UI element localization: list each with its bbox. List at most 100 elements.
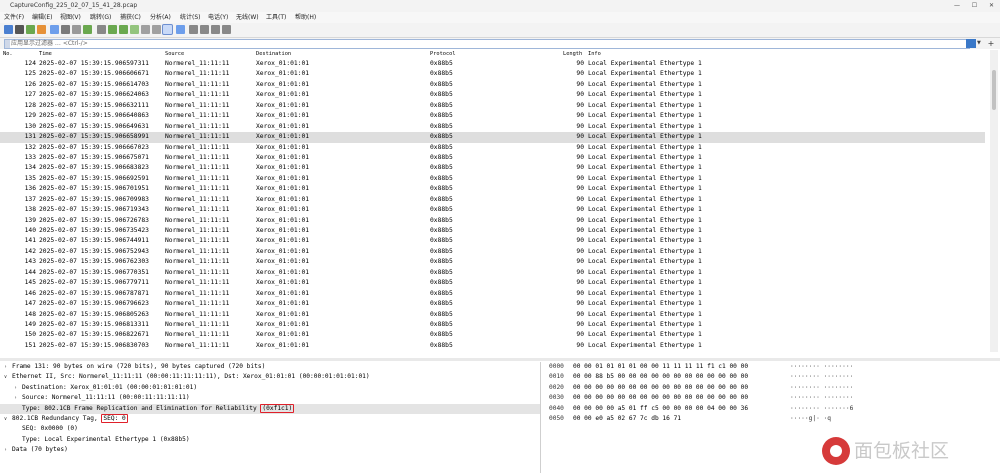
tree-item[interactable]: ∨ 802.1CB Redundancy Tag, SEQ: 0 bbox=[0, 413, 540, 424]
chevron-right-icon[interactable]: › bbox=[14, 383, 17, 393]
table-row[interactable]: 139 2025-02-07 15:39:15.906726783 Normerel… bbox=[0, 216, 985, 226]
table-row[interactable]: 136 2025-02-07 15:39:15.906701951 Normerel… bbox=[0, 184, 985, 194]
table-row[interactable]: 151 2025-02-07 15:39:15.906830703 Normerel… bbox=[0, 341, 985, 351]
table-row[interactable]: 138 2025-02-07 15:39:15.906719343 Normerel… bbox=[0, 205, 985, 215]
close-icon[interactable]: ✕ bbox=[989, 0, 994, 12]
normal-size-icon[interactable] bbox=[211, 25, 220, 34]
maximize-icon[interactable]: ☐ bbox=[972, 0, 977, 12]
column-header-time[interactable]: Time bbox=[39, 50, 52, 59]
table-row[interactable]: 127 2025-02-07 15:39:15.906624063 Normerel… bbox=[0, 90, 985, 100]
table-row[interactable]: 126 2025-02-07 15:39:15.906614703 Normerel… bbox=[0, 80, 985, 90]
hex-row[interactable]: 0020 00 00 00 00 00 00 00 00 00 00 00 00 … bbox=[545, 383, 1000, 393]
hex-row[interactable]: 0040 00 00 00 00 a5 01 ff c5 00 00 00 00 … bbox=[545, 404, 1000, 414]
tree-item[interactable]: Type: Local Experimental Ethertype 1 (0x… bbox=[0, 435, 540, 445]
table-row[interactable]: 148 2025-02-07 15:39:15.906805263 Normerel… bbox=[0, 310, 985, 320]
menu-capture[interactable]: 捕获(C) bbox=[120, 12, 141, 23]
go-forward-icon[interactable] bbox=[119, 25, 128, 34]
table-row[interactable]: 135 2025-02-07 15:39:15.906692591 Normerel… bbox=[0, 174, 985, 184]
start-capture-icon[interactable] bbox=[4, 25, 13, 34]
table-row[interactable]: 140 2025-02-07 15:39:15.906735423 Normerel… bbox=[0, 226, 985, 236]
menu-analyze[interactable]: 分析(A) bbox=[150, 12, 171, 23]
column-header-info[interactable]: Info bbox=[588, 50, 601, 59]
last-packet-icon[interactable] bbox=[152, 25, 161, 34]
autoscroll-icon[interactable] bbox=[162, 24, 173, 35]
find-packet-icon[interactable] bbox=[97, 25, 106, 34]
tree-item[interactable]: › Source: Normerel_11:11:11 (00:00:11:11:… bbox=[0, 393, 540, 403]
table-row[interactable]: 143 2025-02-07 15:39:15.906762303 Normerel… bbox=[0, 257, 985, 267]
menu-edit[interactable]: 编辑(E) bbox=[32, 12, 52, 23]
add-filter-button-icon[interactable]: + bbox=[986, 39, 996, 48]
table-row[interactable]: 129 2025-02-07 15:39:15.906640863 Normerel… bbox=[0, 111, 985, 121]
save-file-icon[interactable] bbox=[61, 25, 70, 34]
table-row[interactable]: 128 2025-02-07 15:39:15.906632111 Normerel… bbox=[0, 101, 985, 111]
packet-list-scrollbar[interactable] bbox=[990, 50, 998, 352]
go-back-icon[interactable] bbox=[108, 25, 117, 34]
table-row[interactable]: 147 2025-02-07 15:39:15.906796623 Normerel… bbox=[0, 299, 985, 309]
menu-file[interactable]: 文件(F) bbox=[4, 12, 24, 23]
menu-view[interactable]: 视图(V) bbox=[60, 12, 81, 23]
menu-go[interactable]: 跳转(G) bbox=[90, 12, 111, 23]
chevron-right-icon[interactable]: › bbox=[4, 445, 7, 455]
hex-row[interactable]: 0050 00 00 e0 a5 02 67 7c db 16 71 ·····g|… bbox=[545, 414, 1000, 424]
table-row[interactable]: 141 2025-02-07 15:39:15.906744911 Normerel… bbox=[0, 236, 985, 246]
menu-wireless[interactable]: 无线(W) bbox=[236, 12, 259, 23]
tree-item[interactable]: › Data (70 bytes) bbox=[0, 445, 540, 455]
zoom-out-icon[interactable] bbox=[200, 25, 209, 34]
reload-icon[interactable] bbox=[83, 25, 92, 34]
tree-item[interactable]: ∨ Ethernet II, Src: Normerel_11:11:11 (00… bbox=[0, 372, 540, 382]
capture-options-icon[interactable] bbox=[37, 25, 46, 34]
hex-row[interactable]: 0000 00 00 01 01 01 01 00 00 11 11 11 11 … bbox=[545, 362, 1000, 372]
tree-item[interactable]: SEQ: 0x0000 (0) bbox=[0, 424, 540, 434]
chevron-down-icon[interactable]: ∨ bbox=[4, 372, 7, 382]
pane-splitter[interactable] bbox=[0, 358, 1000, 361]
table-row[interactable]: 125 2025-02-07 15:39:15.906606671 Normerel… bbox=[0, 69, 985, 79]
column-header-source[interactable]: Source bbox=[165, 50, 184, 59]
open-file-icon[interactable] bbox=[50, 25, 59, 34]
tree-item[interactable]: › Frame 131: 90 bytes on wire (720 bits),… bbox=[0, 362, 540, 372]
colorize-icon[interactable] bbox=[176, 25, 185, 34]
minimize-icon[interactable]: — bbox=[954, 0, 960, 12]
chevron-right-icon[interactable]: › bbox=[4, 362, 7, 372]
table-row[interactable]: 142 2025-02-07 15:39:15.906752943 Normerel… bbox=[0, 247, 985, 257]
table-row[interactable]: 130 2025-02-07 15:39:15.906649631 Normerel… bbox=[0, 122, 985, 132]
column-header-protocol[interactable]: Protocol bbox=[430, 50, 456, 59]
chevron-down-icon[interactable]: ∨ bbox=[4, 414, 7, 424]
hex-row[interactable]: 0010 00 00 88 b5 00 00 00 00 00 00 00 00 … bbox=[545, 372, 1000, 382]
table-row[interactable]: 145 2025-02-07 15:39:15.906779711 Normerel… bbox=[0, 278, 985, 288]
table-row[interactable]: 134 2025-02-07 15:39:15.906683823 Normerel… bbox=[0, 163, 985, 173]
menu-statistics[interactable]: 统计(S) bbox=[180, 12, 201, 23]
table-row[interactable]: 131 2025-02-07 15:39:15.906658991 Normerel… bbox=[0, 132, 985, 143]
table-row[interactable]: 137 2025-02-07 15:39:15.906709983 Normerel… bbox=[0, 195, 985, 205]
table-row[interactable]: 133 2025-02-07 15:39:15.906675071 Normerel… bbox=[0, 153, 985, 163]
column-header-length[interactable]: Length bbox=[563, 50, 582, 59]
bookmark-icon[interactable] bbox=[5, 40, 10, 48]
table-row[interactable]: 150 2025-02-07 15:39:15.906822671 Normerel… bbox=[0, 330, 985, 340]
hex-row[interactable]: 0030 00 00 00 00 00 00 00 00 00 00 00 00 … bbox=[545, 393, 1000, 403]
first-packet-icon[interactable] bbox=[141, 25, 150, 34]
display-filter-input[interactable]: 应用显示过滤器 … <Ctrl-/> bbox=[4, 39, 970, 49]
scrollbar-thumb[interactable] bbox=[992, 70, 996, 110]
menu-help[interactable]: 帮助(H) bbox=[295, 12, 316, 23]
tree-item[interactable]: › Destination: Xerox_01:01:01 (00:00:01:0… bbox=[0, 383, 540, 393]
cell-length: 90 bbox=[576, 195, 584, 203]
table-row[interactable]: 124 2025-02-07 15:39:15.906597311 Normerel… bbox=[0, 59, 985, 69]
table-row[interactable]: 144 2025-02-07 15:39:15.906770351 Normerel… bbox=[0, 268, 985, 278]
chevron-down-icon[interactable]: ▼ bbox=[977, 40, 982, 47]
table-row[interactable]: 146 2025-02-07 15:39:15.906787871 Normerel… bbox=[0, 289, 985, 299]
table-row[interactable]: 132 2025-02-07 15:39:15.906667023 Normerel… bbox=[0, 143, 985, 153]
menu-tools[interactable]: 工具(T) bbox=[266, 12, 286, 23]
column-header-no[interactable]: No. bbox=[3, 50, 13, 59]
apply-filter-icon[interactable] bbox=[966, 39, 976, 48]
close-file-icon[interactable] bbox=[72, 25, 81, 34]
column-header-destination[interactable]: Destination bbox=[256, 50, 291, 59]
tree-item[interactable]: Type: 802.1CB Frame Replication and Elim… bbox=[0, 403, 540, 414]
menu-telephony[interactable]: 电话(Y) bbox=[208, 12, 228, 23]
restart-capture-icon[interactable] bbox=[26, 25, 35, 34]
stop-capture-icon[interactable] bbox=[15, 25, 24, 34]
go-to-packet-icon[interactable] bbox=[130, 25, 139, 34]
cell-destination: Xerox_01:01:01 bbox=[256, 70, 310, 78]
table-row[interactable]: 149 2025-02-07 15:39:15.906813311 Normerel… bbox=[0, 320, 985, 330]
zoom-in-icon[interactable] bbox=[189, 25, 198, 34]
chevron-right-icon[interactable]: › bbox=[14, 393, 17, 403]
resize-columns-icon[interactable] bbox=[222, 25, 231, 34]
